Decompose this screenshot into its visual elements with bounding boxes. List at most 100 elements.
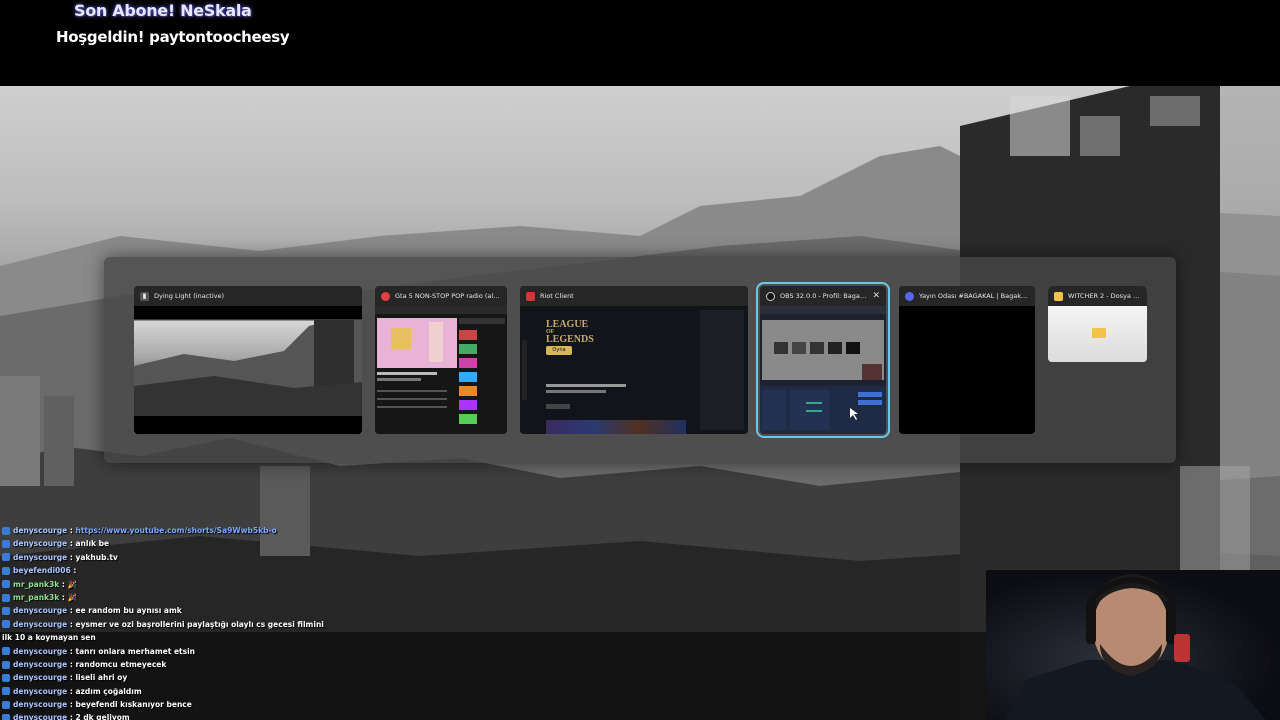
chat-badge-icon: [2, 566, 10, 575]
window-title: Riot Client: [540, 292, 574, 300]
chat-separator: :: [70, 566, 79, 576]
chat-username: mr_pank3k: [13, 592, 60, 602]
chat-message: beyefendi006 :: [2, 564, 982, 577]
chat-username: denyscourge: [13, 606, 68, 616]
window-header: ▮ Dying Light (inactive): [134, 286, 362, 306]
window-header: Yayın Odası #BAGAKAL | Bagakal - Discord: [899, 286, 1035, 306]
close-icon[interactable]: ✕: [872, 291, 880, 301]
window-thumbnail-obs[interactable]: OBS 32.0.0 - Profil: BagaKal_Ya... ✕: [756, 282, 890, 438]
chat-message: denyscourge : azdım çoğaldım: [2, 685, 982, 698]
chat-text: eysmer ve ozi başrollerini paylaştığı ol…: [75, 619, 324, 629]
chat-message: denyscourge : eysmer ve ozi başrollerini…: [2, 618, 982, 631]
chat-username: denyscourge: [13, 713, 68, 720]
chat-text: ilk 10 a koymayan sen: [2, 633, 96, 643]
riot-icon: [526, 291, 535, 301]
window-thumbnail-browser[interactable]: Gta 5 NON-STOP POP radio (all songs)...: [375, 286, 507, 434]
window-preview: [134, 306, 362, 434]
chat-message: denyscourge : 2 dk geliyom: [2, 711, 982, 720]
chat-badge-icon: [2, 620, 10, 629]
chat-username: denyscourge: [13, 539, 68, 549]
chat-text: ee random bu aynısı amk: [75, 606, 182, 616]
chat-message: denyscourge : https://www.youtube.com/sh…: [2, 524, 982, 537]
window-thumbnail-file-explorer[interactable]: WITCHER 2 - Dosya Gezgini: [1048, 286, 1147, 362]
text-line: [546, 384, 626, 387]
chat-message: denyscourge : tanrı onlara merhamet etsi…: [2, 645, 982, 658]
league-logo: LEAGUE OF LEGENDS: [546, 319, 594, 345]
game-icon: ▮: [140, 291, 149, 301]
chat-link[interactable]: https://www.youtube.com/shorts/Sa9Wwb5kb…: [75, 524, 276, 537]
preview-webpage: [375, 306, 507, 424]
welcome-text: Hoşgeldin! paytontoocheesy: [56, 28, 290, 46]
chat-badge-icon: [2, 700, 10, 709]
chat-username: denyscourge: [13, 526, 68, 535]
window-thumbnail-discord[interactable]: Yayın Odası #BAGAKAL | Bagakal - Discord: [899, 286, 1035, 434]
window-title: Dying Light (inactive): [154, 292, 225, 300]
chat-message: denyscourge : ee random bu aynısı amk: [2, 604, 982, 617]
chat-username: denyscourge: [13, 659, 68, 669]
window-thumbnail-dying-light[interactable]: ▮ Dying Light (inactive): [134, 286, 362, 434]
chat-badge-icon: [2, 660, 10, 669]
chat-badge-icon: [2, 593, 10, 602]
chat-message: denyscourge : yakhub.tv: [2, 551, 982, 564]
window-title: Gta 5 NON-STOP POP radio (all songs)...: [395, 292, 501, 300]
window-thumbnail-riot-client[interactable]: Riot Client LEAGUE OF LEGENDS Oyna: [520, 286, 748, 434]
chat-username: denyscourge: [13, 646, 68, 656]
chat-badge-icon: [2, 714, 10, 720]
chat-username: beyefendi006: [13, 566, 71, 576]
chat-message: mr_pank3k : 🎉: [2, 578, 982, 591]
chat-text: 🎉: [67, 592, 77, 602]
chat-text: liseli ahri oy: [75, 673, 128, 683]
window-title: WITCHER 2 - Dosya Gezgini: [1068, 292, 1141, 300]
chat-text: azdım çoğaldım: [75, 686, 142, 696]
top-overlay: Son Abone! NeSkala Hoşgeldin! paytontooc…: [0, 0, 1280, 86]
window-title: OBS 32.0.0 - Profil: BagaKal_Ya...: [780, 292, 868, 300]
chat-message: denyscourge : randomcu etmeyecek: [2, 658, 982, 671]
text-line: [546, 404, 570, 409]
chat-badge-icon: [2, 687, 10, 696]
folder-icon: [1092, 328, 1106, 338]
window-preview: [1048, 306, 1147, 362]
chat-username: denyscourge: [13, 673, 68, 683]
window-preview: [899, 306, 1035, 434]
chat-message: denyscourge : anlık be: [2, 537, 982, 550]
webcam-feed: [986, 570, 1280, 720]
logo-line: LEGENDS: [546, 334, 594, 345]
obs-icon: [766, 291, 775, 301]
window-preview: [375, 306, 507, 434]
friends-panel: [700, 310, 744, 430]
chat-badge-icon: [2, 540, 10, 549]
chat-badge-icon: [2, 647, 10, 656]
chat-badge-icon: [2, 553, 10, 562]
chat-message: ilk 10 a koymayan sen: [2, 631, 982, 644]
chat-badge-icon: [2, 607, 10, 616]
discord-icon: [905, 291, 914, 301]
window-title: Yayın Odası #BAGAKAL | Bagakal - Discord: [919, 292, 1029, 300]
chat-message: denyscourge : beyefendi kıskanıyor bence: [2, 698, 982, 711]
chat-badge-icon: [2, 526, 10, 535]
window-header: OBS 32.0.0 - Profil: BagaKal_Ya... ✕: [760, 286, 886, 306]
chat-overlay: denyscourge : https://www.youtube.com/sh…: [2, 524, 982, 720]
chat-badge-icon: [2, 673, 10, 682]
side-rail: [522, 340, 527, 400]
window-header: Riot Client: [520, 286, 748, 306]
chat-username: denyscourge: [13, 686, 68, 696]
chat-text: 2 dk geliyom: [75, 713, 130, 720]
chat-message: denyscourge : liseli ahri oy: [2, 671, 982, 684]
window-preview: LEAGUE OF LEGENDS Oyna: [520, 306, 748, 434]
window-preview: [760, 306, 886, 434]
chat-text: beyefendi kıskanıyor bence: [75, 700, 192, 710]
chat-text: tanrı onlara merhamet etsin: [75, 646, 195, 656]
logo-line: LEAGUE: [546, 319, 589, 330]
chat-username: mr_pank3k: [13, 579, 60, 589]
chat-text: 🎉: [67, 579, 77, 589]
text-line: [546, 390, 606, 393]
chat-username: denyscourge: [13, 700, 68, 710]
play-button: Oyna: [546, 346, 572, 355]
chat-message: mr_pank3k : 🎉: [2, 591, 982, 604]
chat-badge-icon: [2, 580, 10, 589]
champion-banner: [546, 420, 686, 434]
chat-text: yakhub.tv: [75, 552, 118, 562]
chat-text: randomcu etmeyecek: [75, 659, 167, 669]
chat-username: denyscourge: [13, 619, 68, 629]
chat-username: denyscourge: [13, 552, 68, 562]
